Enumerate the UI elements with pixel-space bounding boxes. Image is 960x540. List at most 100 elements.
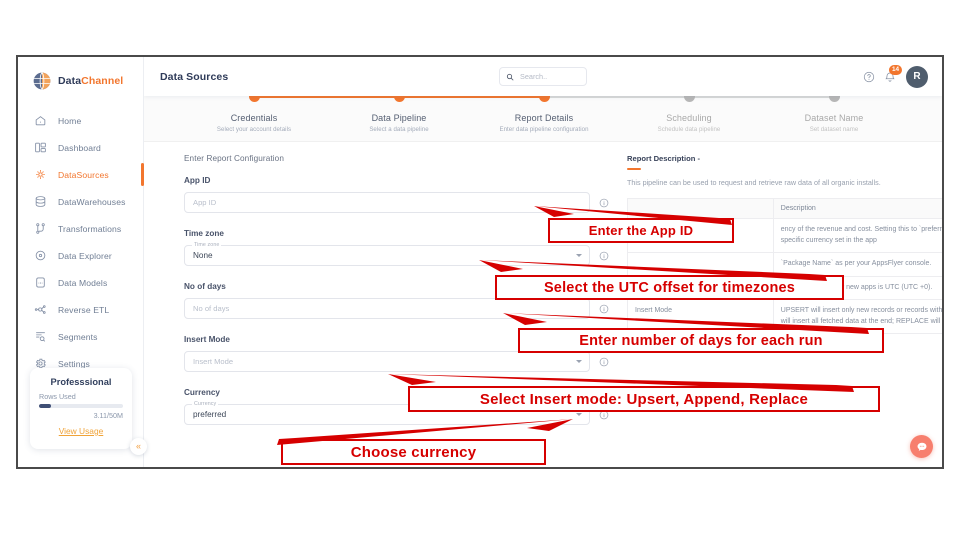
data-explorer-icon	[35, 250, 46, 261]
annotation-enter-app-id: Enter the App ID	[534, 206, 734, 243]
step-credentials[interactable]: Credentials Select your account details	[179, 91, 329, 133]
step-subtitle: Select a data pipeline	[369, 126, 429, 133]
brand-logo-area[interactable]: DataChannel	[18, 57, 143, 91]
brand-name: DataChannel	[58, 75, 123, 87]
annotation-arrow	[277, 419, 573, 445]
step-data-pipeline[interactable]: Data Pipeline Select a data pipeline	[324, 91, 474, 133]
step-title: Scheduling	[666, 113, 712, 123]
step-title: Data Pipeline	[371, 113, 427, 123]
sidebar-item-home[interactable]: Home	[18, 107, 143, 134]
sidebar-item-reverse-etl[interactable]: Reverse ETL	[18, 296, 143, 323]
step-connector	[399, 96, 541, 98]
database-icon	[35, 196, 46, 207]
data-models-icon	[36, 277, 45, 288]
step-title: Dataset Name	[804, 113, 864, 123]
sidebar-item-data-models[interactable]: Data Models	[18, 269, 143, 296]
title-underline	[627, 168, 641, 171]
notifications-button[interactable]: 14	[884, 65, 902, 83]
float-label: Time zone	[192, 242, 222, 248]
chevron-down-icon	[576, 413, 582, 416]
sidebar-item-label: Reverse ETL	[58, 304, 110, 315]
step-connector	[544, 96, 686, 98]
sidebar-item-label: Dashboard	[58, 142, 101, 153]
step-dataset-name[interactable]: Dataset Name Set dataset name	[759, 91, 909, 133]
annotation-arrow	[479, 260, 827, 281]
sidebar: DataChannel Home Dashboard DataSources D…	[18, 57, 144, 467]
sidebar-item-label: Transformations	[58, 223, 122, 234]
segments-icon	[36, 332, 46, 342]
sidebar-item-label: Settings	[58, 358, 90, 369]
sidebar-collapse-button[interactable]: «	[130, 438, 147, 455]
cell-description: ency of the revenue and cost. Setting th…	[772, 218, 942, 254]
usage-quota-text: 3.11/50M	[93, 411, 123, 420]
help-circle-icon[interactable]	[863, 71, 875, 83]
field-label: App ID	[184, 176, 211, 185]
chat-bubble-icon	[917, 442, 926, 451]
dashboard-icon	[35, 142, 46, 153]
sidebar-item-transformations[interactable]: Transformations	[18, 215, 143, 242]
select-value: None	[193, 251, 213, 260]
float-label: Currency	[192, 401, 219, 407]
sidebar-item-label: Data Explorer	[58, 250, 112, 261]
sidebar-item-label: Data Models	[58, 277, 108, 288]
info-icon[interactable]	[599, 357, 609, 367]
search-input[interactable]	[518, 71, 580, 82]
sidebar-item-label: DataWarehouses	[58, 196, 126, 207]
step-connector	[254, 96, 396, 98]
annotation-arrow	[503, 313, 869, 334]
annotation-no-of-days: Enter number of days for each run	[503, 313, 884, 353]
form-section-title: Enter Report Configuration	[184, 154, 284, 163]
step-subtitle: Set dataset name	[809, 126, 859, 133]
step-subtitle: Enter data pipeline configuration	[499, 126, 589, 133]
rows-used-label: Rows Used	[39, 392, 76, 401]
sidebar-item-datasources[interactable]: DataSources	[18, 161, 144, 188]
app-id-input[interactable]: App ID	[184, 192, 590, 213]
sidebar-item-datawarehouses[interactable]: DataWarehouses	[18, 188, 143, 215]
search-icon	[506, 73, 514, 80]
annotation-choose-currency: Choose currency	[277, 419, 573, 465]
sidebar-item-label: Segments	[58, 331, 98, 342]
column-header-description: Description	[772, 198, 942, 220]
sidebar-item-dashboard[interactable]: Dashboard	[18, 134, 143, 161]
view-usage-link[interactable]: View Usage	[59, 426, 104, 436]
wizard-stepper: Credentials Select your account details …	[144, 91, 942, 142]
annotation-utc-offset: Select the UTC offset for timezones	[479, 260, 844, 300]
step-scheduling[interactable]: Scheduling Schedule data pipeline	[614, 91, 764, 133]
globe-logo-icon	[33, 72, 51, 90]
select-value: preferred	[193, 410, 227, 419]
step-title: Credentials	[230, 113, 278, 123]
brand-name-part1: Data	[58, 75, 82, 87]
plan-usage-card: Professsional Rows Used 3.11/50M View Us…	[30, 368, 132, 449]
reverse-etl-icon	[34, 305, 46, 314]
home-icon	[35, 116, 46, 126]
sidebar-nav: Home Dashboard DataSources DataWarehouse…	[18, 107, 144, 377]
annotation-arrow	[534, 206, 732, 225]
sidebar-item-label: Home	[58, 115, 82, 126]
notification-count-badge: 14	[889, 65, 902, 75]
step-report-details[interactable]: Report Details Enter data pipeline confi…	[469, 91, 619, 133]
sidebar-item-data-explorer[interactable]: Data Explorer	[18, 242, 143, 269]
avatar[interactable]: R	[906, 65, 928, 88]
input-placeholder: No of days	[193, 304, 230, 313]
input-placeholder: App ID	[193, 198, 217, 207]
step-subtitle: Schedule data pipeline	[657, 126, 721, 133]
transformations-icon	[36, 223, 45, 234]
topbar-actions: 14 R	[863, 65, 928, 88]
brand-name-part2: Channel	[81, 75, 124, 87]
report-description-title: Report Description -	[627, 154, 700, 163]
annotation-arrow	[388, 374, 854, 392]
sidebar-item-segments[interactable]: Segments	[18, 323, 143, 350]
sidebar-item-label: DataSources	[58, 169, 109, 180]
step-subtitle: Select your account details	[216, 126, 292, 133]
page-title: Data Sources	[160, 70, 229, 83]
datasources-icon	[36, 170, 45, 179]
chevron-down-icon	[576, 360, 582, 363]
plan-name: Professsional	[50, 377, 112, 387]
step-title: Report Details	[514, 113, 574, 123]
report-description-text: This pipeline can be used to request and…	[627, 178, 881, 188]
input-placeholder: Insert Mode	[193, 357, 234, 366]
usage-progress-fill	[39, 404, 51, 408]
chat-support-button[interactable]	[910, 435, 933, 458]
search-box[interactable]	[499, 67, 587, 86]
usage-progress-bar	[39, 404, 123, 408]
